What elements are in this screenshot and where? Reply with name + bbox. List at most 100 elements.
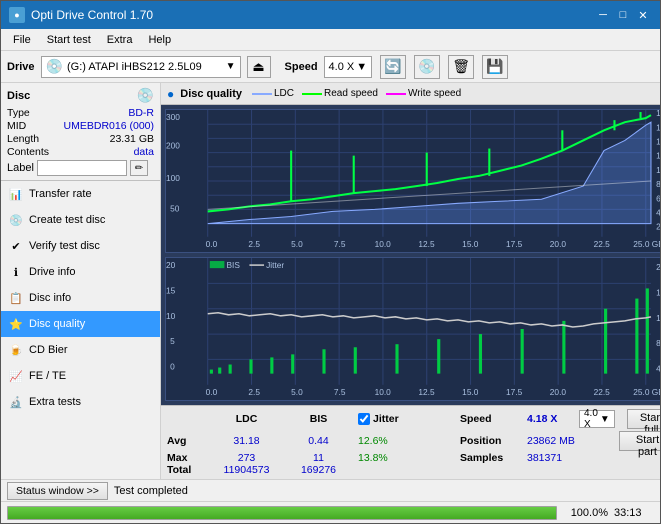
svg-text:2.5: 2.5 — [248, 240, 260, 249]
chart-header: ● Disc quality LDC Read speed Write spee… — [161, 83, 660, 105]
svg-text:2×: 2× — [656, 223, 660, 232]
nav-create-test-disc[interactable]: 💿 Create test disc — [1, 207, 160, 233]
samples-label: Samples — [460, 452, 515, 464]
progressbar-track — [7, 506, 557, 520]
menubar: File Start test Extra Help — [1, 29, 660, 51]
stats-speed-selector[interactable]: 4.0 X ▼ — [579, 410, 615, 428]
eject-button[interactable]: ⏏ — [247, 56, 271, 78]
svg-text:7.5: 7.5 — [334, 388, 346, 397]
nav-drive-info[interactable]: ℹ Drive info — [1, 259, 160, 285]
statusbar: Status window >> Test completed — [1, 479, 660, 501]
speed-selector[interactable]: 4.0 X ▼ — [324, 56, 373, 78]
nav-transfer-rate[interactable]: 📊 Transfer rate — [1, 181, 160, 207]
drive-dropdown-arrow[interactable]: ▼ — [226, 61, 236, 72]
avg-jitter: 12.6% — [358, 435, 448, 447]
jitter-checkbox[interactable] — [358, 413, 370, 425]
max-bis: 11 — [291, 452, 346, 464]
chart-legend: LDC Read speed Write speed — [252, 88, 461, 99]
svg-text:5.0: 5.0 — [291, 240, 303, 249]
svg-text:4%: 4% — [656, 365, 660, 374]
disc-info-icon: 📋 — [9, 291, 23, 305]
speed-dropdown-arrow[interactable]: ▼ — [356, 61, 367, 73]
disc-panel-title: Disc — [7, 90, 30, 102]
menu-help[interactable]: Help — [140, 32, 179, 48]
stats-speed-dropdown[interactable]: ▼ — [600, 414, 610, 425]
max-ldc: 273 — [214, 452, 279, 464]
speed-value-display: 4.18 X — [527, 413, 567, 425]
nav-fe-te-label: FE / TE — [29, 370, 66, 382]
label-key: Label — [7, 162, 34, 174]
nav-cd-bier-label: CD Bier — [29, 344, 68, 356]
nav-create-test-disc-label: Create test disc — [29, 214, 105, 226]
nav-disc-quality-label: Disc quality — [29, 318, 85, 330]
drive-text: (G:) ATAPI iHBS212 2.5L09 — [67, 61, 222, 73]
avg-bis: 0.44 — [291, 435, 346, 447]
save-button[interactable]: 💾 — [482, 55, 508, 79]
nav-disc-info[interactable]: 📋 Disc info — [1, 285, 160, 311]
transfer-rate-icon: 📊 — [9, 187, 23, 201]
nav-cd-bier[interactable]: 🍺 CD Bier — [1, 337, 160, 363]
write-color — [386, 93, 406, 95]
nav-verify-test-disc[interactable]: ✔ Verify test disc — [1, 233, 160, 259]
nav-extra-tests-label: Extra tests — [29, 396, 81, 408]
titlebar: ● Opti Drive Control 1.70 ─ □ ✕ — [1, 1, 660, 29]
svg-text:10.0: 10.0 — [375, 388, 392, 397]
menu-starttest[interactable]: Start test — [39, 32, 99, 48]
svg-text:2.5: 2.5 — [248, 388, 260, 397]
nav-fe-te[interactable]: 📈 FE / TE — [1, 363, 160, 389]
svg-text:15.0: 15.0 — [462, 240, 479, 249]
drivebar: Drive 💿 (G:) ATAPI iHBS212 2.5L09 ▼ ⏏ Sp… — [1, 51, 660, 83]
chart-header-icon: ● — [167, 87, 174, 101]
status-window-button[interactable]: Status window >> — [7, 482, 108, 500]
fe-te-icon: 📈 — [9, 369, 23, 383]
svg-text:8%: 8% — [656, 339, 660, 348]
label-edit-button[interactable]: ✏ — [130, 160, 148, 176]
top-chart: 18× 16× 14× 12× 10× 8× 6× 4× 2× 300 200 … — [165, 109, 660, 253]
svg-text:20.0: 20.0 — [550, 240, 567, 249]
create-test-disc-icon: 💿 — [9, 213, 23, 227]
svg-text:7.5: 7.5 — [334, 240, 346, 249]
mid-key: MID — [7, 120, 26, 132]
svg-text:20.0: 20.0 — [550, 388, 567, 397]
total-label: Total — [167, 464, 202, 476]
refresh-button[interactable]: 🔄 — [380, 55, 406, 79]
nav-extra-tests[interactable]: 🔬 Extra tests — [1, 389, 160, 415]
start-part-button[interactable]: Start part — [619, 431, 660, 451]
content-area: ● Disc quality LDC Read speed Write spee… — [161, 83, 660, 479]
length-key: Length — [7, 133, 39, 145]
start-full-button[interactable]: Start full — [627, 409, 660, 429]
svg-text:0.0: 0.0 — [206, 388, 218, 397]
svg-text:10×: 10× — [656, 166, 660, 175]
app-window: ● Opti Drive Control 1.70 ─ □ ✕ File Sta… — [0, 0, 661, 524]
disc-quality-icon: ⭐ — [9, 317, 23, 331]
nav-disc-quality[interactable]: ⭐ Disc quality — [1, 311, 160, 337]
disc-button[interactable]: 💿 — [414, 55, 440, 79]
speed-col-header: Speed — [460, 413, 515, 425]
progress-percentage: 100.0% — [563, 507, 608, 519]
nav-items: 📊 Transfer rate 💿 Create test disc ✔ Ver… — [1, 181, 160, 479]
drive-label: Drive — [7, 61, 35, 73]
total-bis: 169276 — [291, 464, 346, 476]
drive-info-icon: ℹ — [9, 265, 23, 279]
svg-text:200: 200 — [166, 142, 180, 151]
close-button[interactable]: ✕ — [634, 7, 652, 23]
maximize-button[interactable]: □ — [614, 7, 632, 23]
label-input[interactable] — [37, 160, 127, 176]
svg-text:16×: 16× — [656, 123, 660, 132]
nav-drive-info-label: Drive info — [29, 266, 75, 278]
menu-extra[interactable]: Extra — [99, 32, 141, 48]
progressbar-fill — [8, 507, 556, 519]
menu-file[interactable]: File — [5, 32, 39, 48]
svg-text:5.0: 5.0 — [291, 388, 303, 397]
minimize-button[interactable]: ─ — [594, 7, 612, 23]
mid-val: UMEBDR016 (000) — [64, 120, 154, 132]
nav-disc-info-label: Disc info — [29, 292, 71, 304]
max-jitter: 13.8% — [358, 452, 448, 464]
progress-time: 33:13 — [614, 507, 654, 519]
erase-button[interactable]: 🗑 — [448, 55, 474, 79]
drive-selector[interactable]: 💿 (G:) ATAPI iHBS212 2.5L09 ▼ — [41, 56, 241, 78]
speed-value: 4.0 X — [329, 61, 355, 73]
verify-test-disc-icon: ✔ — [9, 239, 23, 253]
svg-text:12.5: 12.5 — [418, 388, 435, 397]
svg-text:16%: 16% — [656, 289, 660, 298]
